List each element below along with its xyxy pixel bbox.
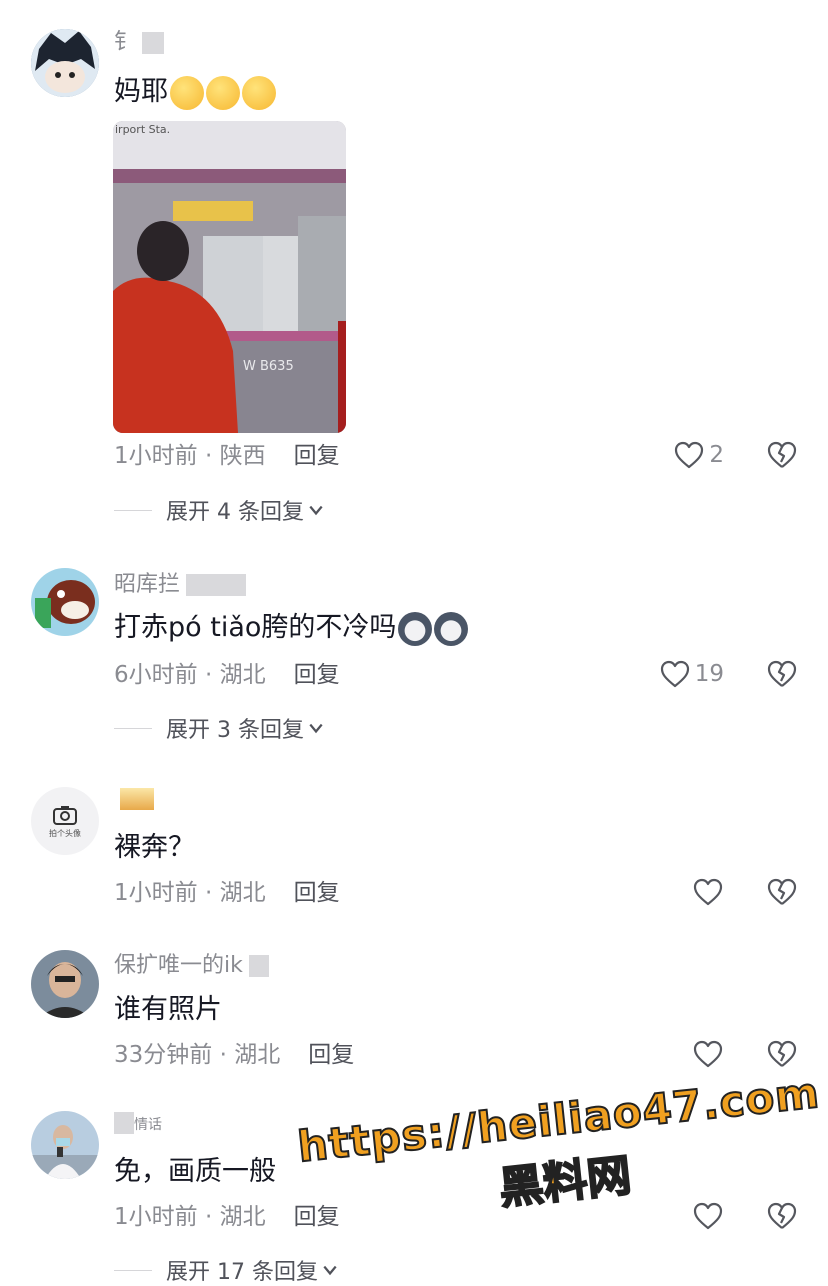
train-number: W B635 [243,359,294,374]
username[interactable]: 保扩唯一的ik [114,953,269,979]
timestamp: 1小时前 · 湖北 [114,880,266,906]
comment-body: 打赤pó tiǎo胯的不冷吗 [114,612,397,643]
username[interactable]: 昭库拦 [114,572,247,598]
comment-photo[interactable]: irport Sta. W B635 [113,121,346,433]
like-button[interactable]: 19 [659,659,724,689]
timestamp: 1小时前 · 陕西 [114,443,266,469]
like-button[interactable] [692,1039,724,1069]
emoji-icon [206,75,240,110]
dislike-button[interactable] [766,877,798,911]
emoji-icon [398,611,433,646]
username[interactable] [114,786,154,812]
comment-text: 裸奔？ [114,830,195,866]
comment-meta: 6小时前 · 湖北 回复 [114,660,340,690]
comment-text: 免，画质一般 [114,1154,276,1190]
comment-meta: 33分钟前 · 湖北 回复 [114,1040,354,1070]
broken-heart-icon [766,659,798,689]
like-button[interactable] [692,1201,724,1231]
divider [114,727,152,729]
like-count: 2 [709,442,724,468]
reply-button[interactable]: 回复 [294,443,340,469]
like-button[interactable]: 2 [673,440,724,470]
comment-meta: 1小时前 · 陕西 回复 [114,441,340,471]
emoji-icon [170,75,204,110]
divider [114,509,152,511]
dislike-button[interactable] [766,1201,798,1235]
heart-outline-icon [692,1039,724,1069]
comment-body: 谁有照片 [114,994,222,1025]
comment-body: 免，画质一般 [114,1156,276,1187]
emoji-icon [242,75,276,110]
dislike-button[interactable] [766,440,798,474]
emoji-icon [434,611,469,646]
avatar[interactable]: 拍个头像 [31,787,99,855]
comment-text: 谁有照片 [114,992,222,1028]
expand-replies[interactable]: 展开 17 条回复 [114,1254,338,1286]
station-sign: irport Sta. [115,123,171,136]
dislike-button[interactable] [766,1039,798,1073]
username[interactable]: 情话 [114,1110,162,1136]
timestamp: 33分钟前 · 湖北 [114,1042,281,1068]
comment-text: 打赤pó tiǎo胯的不冷吗 [114,610,469,646]
broken-heart-icon [766,440,798,470]
expand-label: 展开 4 条回复 [166,500,304,525]
username-text: 情话 [134,1117,162,1133]
username-text: 昭库拦 [114,572,181,597]
dislike-button[interactable] [766,659,798,693]
username[interactable]: 钅 [114,30,165,56]
comment-body: 裸奔？ [114,832,195,863]
comment-body: 妈耶 [114,76,168,107]
reply-button[interactable]: 回复 [308,1042,354,1068]
timestamp: 6小时前 · 湖北 [114,662,266,688]
heart-outline-icon [673,440,705,470]
heart-outline-icon [692,1201,724,1231]
comment-text: 妈耶 [114,74,276,110]
like-button[interactable] [692,877,724,907]
chevron-down-icon [308,502,324,518]
username-text: 保扩唯一的ik [114,953,243,978]
username-text: 钅 [114,30,137,55]
broken-heart-icon [766,1201,798,1231]
avatar[interactable] [31,568,99,636]
heart-outline-icon [692,877,724,907]
camera-icon [53,805,77,825]
avatar-label: 拍个头像 [49,828,81,838]
heart-outline-icon [659,659,691,689]
like-count: 19 [694,661,724,687]
divider [114,1269,152,1271]
watermark: https://heiliao47.com 黑料网 [294,1067,828,1237]
broken-heart-icon [766,877,798,907]
reply-button[interactable]: 回复 [294,880,340,906]
chevron-down-icon [308,720,324,736]
chevron-down-icon [322,1262,338,1278]
expand-label: 展开 3 条回复 [166,718,304,743]
broken-heart-icon [766,1039,798,1069]
expand-label: 展开 17 条回复 [166,1260,318,1285]
comment-meta: 1小时前 · 湖北 回复 [114,878,340,908]
timestamp: 1小时前 · 湖北 [114,1204,266,1230]
avatar[interactable] [31,1111,99,1179]
expand-replies[interactable]: 展开 3 条回复 [114,712,324,744]
avatar[interactable] [31,950,99,1018]
reply-button[interactable]: 回复 [294,662,340,688]
expand-replies[interactable]: 展开 4 条回复 [114,494,324,526]
avatar[interactable] [31,29,99,97]
